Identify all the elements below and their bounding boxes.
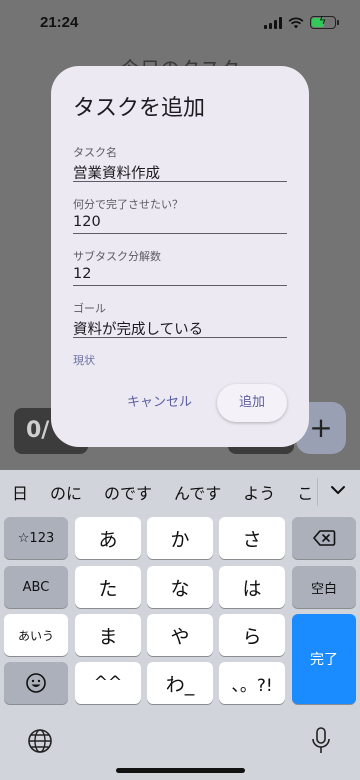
keyboard-bottom-bar [0, 724, 360, 764]
suggestion-item[interactable]: 日 [12, 480, 28, 504]
status-bar: 21:24 ϟ [0, 0, 360, 48]
cellular-signal-icon [264, 16, 282, 29]
task-name-value[interactable]: 営業資料作成 [73, 162, 287, 183]
emoji-key[interactable] [4, 662, 68, 704]
suggestion-bar: 日 のに のです んです よう こ [0, 470, 360, 514]
kana-mode-key[interactable]: あいう [4, 614, 68, 656]
goal-value[interactable]: 資料が完成している [73, 318, 287, 339]
key-ma[interactable]: ま [75, 614, 141, 656]
key-na[interactable]: な [147, 566, 213, 608]
backspace-icon [313, 530, 336, 546]
duration-value[interactable]: 120 [73, 214, 287, 230]
duration-label: 何分で完了させたい？ [73, 198, 183, 211]
emoji-icon [26, 673, 46, 693]
suggestion-item[interactable]: のに [50, 480, 82, 504]
key-ya[interactable]: や [147, 614, 213, 656]
current-state-label: 現状 [73, 354, 95, 367]
cancel-button[interactable]: キャンセル [127, 384, 192, 422]
wifi-icon [288, 16, 304, 28]
symbols-key[interactable]: ☆123 [4, 517, 68, 559]
key-punctuation[interactable]: 、。?! [219, 662, 285, 704]
backspace-key[interactable] [292, 517, 356, 559]
subtask-count-label: サブタスク分解数 [73, 250, 161, 263]
globe-icon[interactable] [27, 728, 53, 754]
suggestion-item[interactable]: よう [243, 480, 275, 504]
dialog-title: タスクを追加 [73, 96, 206, 121]
status-icons: ϟ [264, 14, 339, 29]
goal-label: ゴール [73, 302, 106, 315]
suggestion-divider [317, 478, 318, 506]
key-sa[interactable]: さ [219, 517, 285, 559]
suggestion-item[interactable]: のです [104, 480, 152, 504]
chevron-down-icon[interactable] [328, 480, 348, 500]
goal-field[interactable]: ゴール 資料が完成している [73, 300, 287, 338]
microphone-icon[interactable] [310, 726, 332, 756]
task-name-label: タスク名 [73, 146, 117, 159]
subtask-count-value[interactable]: 12 [73, 266, 287, 282]
key-kaomoji[interactable]: ^^ [75, 662, 141, 704]
subtask-count-field[interactable]: サブタスク分解数 12 [73, 248, 287, 286]
suggestion-item[interactable]: こ [297, 480, 313, 504]
status-time: 21:24 [40, 14, 79, 31]
done-key[interactable]: 完了 [292, 614, 356, 704]
dialog-actions: キャンセル 追加 [51, 384, 309, 422]
space-key[interactable]: 空白 [292, 566, 356, 608]
key-wa[interactable]: わ_ [147, 662, 213, 704]
key-ra[interactable]: ら [219, 614, 285, 656]
key-a[interactable]: あ [75, 517, 141, 559]
suggestion-item[interactable]: んです [174, 480, 221, 504]
key-ha[interactable]: は [219, 566, 285, 608]
key-ka[interactable]: か [147, 517, 213, 559]
task-name-field[interactable]: タスク名 営業資料作成 [73, 144, 287, 182]
add-task-dialog: タスクを追加 タスク名 営業資料作成 何分で完了させたい？ 120 サブタスク分… [51, 66, 309, 447]
add-button[interactable]: 追加 [217, 384, 287, 422]
japanese-keyboard: 日 のに のです んです よう こ ☆123 あ か さ ABC た な は 空… [0, 470, 360, 780]
abc-key[interactable]: ABC [4, 566, 68, 608]
key-ta[interactable]: た [75, 566, 141, 608]
duration-field[interactable]: 何分で完了させたい？ 120 [73, 196, 287, 234]
home-indicator[interactable] [116, 768, 245, 773]
battery-charging-icon: ϟ [310, 14, 339, 29]
